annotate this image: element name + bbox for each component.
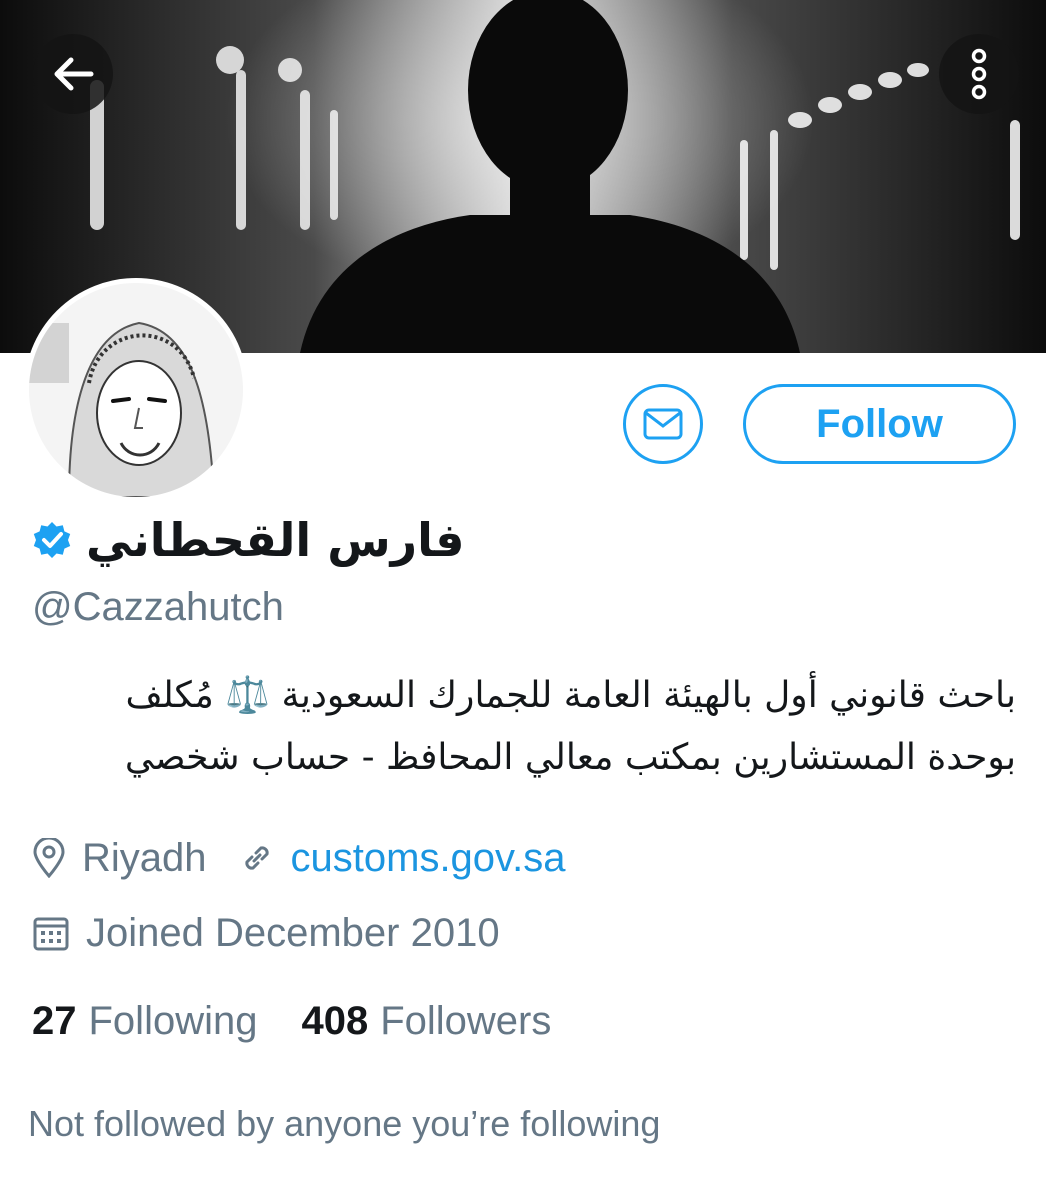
display-name: فارس القحطاني <box>86 513 465 567</box>
vertical-ellipsis-icon <box>971 48 987 100</box>
following-count: 27 <box>32 998 77 1043</box>
joined-row: Joined December 2010 <box>32 905 500 961</box>
more-options-button[interactable] <box>939 34 1019 114</box>
calendar-icon <box>32 914 70 952</box>
location-link-row: Riyadh customs.gov.sa <box>32 830 565 886</box>
social-context: Not followed by anyone you’re following <box>28 1103 661 1144</box>
envelope-icon <box>643 408 683 440</box>
website-link[interactable]: customs.gov.sa <box>291 836 566 881</box>
message-button[interactable] <box>623 384 703 464</box>
follow-stats: 27 Following 408 Followers <box>32 993 551 1049</box>
verified-badge-icon <box>33 522 71 558</box>
avatar-image <box>29 283 243 497</box>
follow-button[interactable]: Follow <box>743 384 1016 464</box>
location-pin-icon <box>32 838 66 878</box>
joined-date: Joined December 2010 <box>86 910 500 955</box>
arrow-left-icon <box>54 57 94 91</box>
bio-line-1: باحث قانوني أول بالهيئة العامة للجمارك ا… <box>125 675 1016 716</box>
following-label: Following <box>88 998 258 1043</box>
location-text: Riyadh <box>82 835 207 880</box>
bio-line-2: بوحدة المستشارين بمكتب معالي المحافظ - ح… <box>124 737 1016 778</box>
followers-count: 408 <box>301 998 369 1043</box>
following-stat[interactable]: 27 Following <box>32 999 257 1044</box>
profile-bio: باحث قانوني أول بالهيئة العامة للجمارك ا… <box>40 665 1016 789</box>
back-button[interactable] <box>33 34 113 114</box>
followers-stat[interactable]: 408 Followers <box>301 999 551 1044</box>
followers-label: Followers <box>380 998 552 1043</box>
avatar[interactable] <box>24 278 248 502</box>
display-name-row: فارس القحطاني <box>32 500 465 580</box>
user-handle: @Cazzahutch <box>32 585 284 629</box>
follow-button-label: Follow <box>816 401 943 446</box>
link-icon <box>239 840 275 876</box>
